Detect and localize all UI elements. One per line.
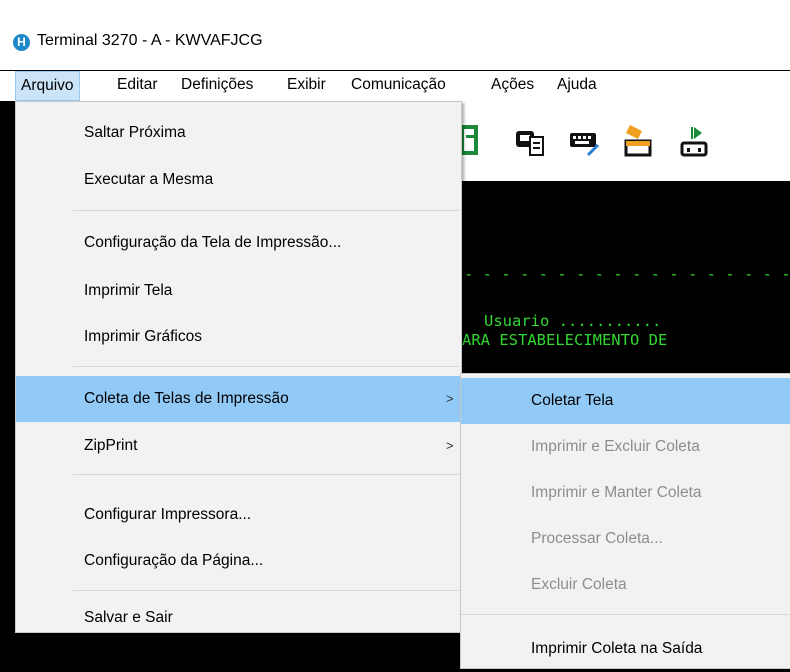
- menu-ajuda[interactable]: Ajuda: [552, 71, 602, 99]
- menu-item-label: Configurar Impressora...: [84, 506, 252, 523]
- menu-item-label: Coleta de Telas de Impressão: [84, 390, 289, 407]
- menu-item-label: Executar a Mesma: [84, 171, 214, 188]
- submenu-item-coletar-tela[interactable]: Coletar Tela: [461, 378, 790, 424]
- arquivo-menu: Saltar Próxima Executar a Mesma Configur…: [15, 101, 462, 633]
- submenu-item-processar-coleta[interactable]: Processar Coleta...: [461, 516, 790, 562]
- terminal-screen[interactable]: - - - - - - - - - - - - - - - - - - - - …: [462, 181, 790, 371]
- menu-separator: [73, 210, 459, 211]
- window-title: Terminal 3270 - A - KWVAFJCG: [37, 32, 263, 49]
- menu-item-label: Imprimir e Excluir Coleta: [531, 438, 700, 455]
- terminal-line-usuario: Usuario ...........: [484, 312, 662, 330]
- menu-item-saltar-proxima[interactable]: Saltar Próxima: [16, 110, 461, 156]
- menu-item-zipprint[interactable]: ZipPrint >: [16, 423, 461, 469]
- menu-item-label: Configuração da Página...: [84, 552, 264, 569]
- menu-item-configurar-impressora[interactable]: Configurar Impressora...: [16, 492, 461, 538]
- terminal-line-estabelecimento: ARA ESTABELECIMENTO DE: [462, 331, 668, 349]
- menu-bar: Arquivo Editar Definições Exibir Comunic…: [0, 71, 790, 101]
- menu-item-label: Processar Coleta...: [531, 530, 663, 547]
- menu-arquivo[interactable]: Arquivo: [15, 71, 80, 101]
- app-icon: H: [13, 34, 30, 51]
- submenu-arrow-icon: >: [446, 391, 454, 406]
- menu-separator: [73, 590, 459, 591]
- menu-item-label: Salvar e Sair: [84, 609, 173, 626]
- menu-item-label: Imprimir e Manter Coleta: [531, 484, 702, 501]
- menu-item-label: Imprimir Tela: [84, 282, 173, 299]
- menu-separator: [73, 474, 459, 475]
- menu-item-coleta-telas-impressao[interactable]: Coleta de Telas de Impressão >: [16, 376, 461, 422]
- menu-editar[interactable]: Editar: [112, 71, 163, 99]
- menu-item-imprimir-graficos[interactable]: Imprimir Gráficos: [16, 314, 461, 360]
- spreadsheet-icon[interactable]: [460, 123, 492, 159]
- menu-item-salvar-e-sair[interactable]: Salvar e Sair: [16, 598, 461, 630]
- submenu-item-imprimir-coleta-saida[interactable]: Imprimir Coleta na Saída: [461, 626, 790, 672]
- menu-item-imprimir-tela[interactable]: Imprimir Tela: [16, 268, 461, 314]
- terminal-dashes: - - - - - - - - - - - - - - - - - - - -: [464, 265, 790, 283]
- keyboard-edit-icon[interactable]: [568, 123, 600, 159]
- menu-comunicacao[interactable]: Comunicação: [346, 71, 451, 99]
- menu-item-label: Configuração da Tela de Impressão...: [84, 234, 342, 251]
- menu-exibir[interactable]: Exibir: [282, 71, 331, 99]
- menu-separator: [461, 614, 789, 615]
- menu-item-label: Imprimir Gráficos: [84, 328, 202, 345]
- menu-separator: [73, 366, 459, 367]
- menu-item-label: Excluir Coleta: [531, 576, 627, 593]
- menu-definicoes[interactable]: Definições: [176, 71, 258, 99]
- play-terminal-icon[interactable]: [678, 123, 710, 159]
- toolbar: [460, 101, 790, 181]
- menu-item-executar-a-mesma[interactable]: Executar a Mesma: [16, 157, 461, 203]
- submenu-item-excluir-coleta[interactable]: Excluir Coleta: [461, 562, 790, 608]
- menu-item-label: Coletar Tela: [531, 392, 614, 409]
- coleta-submenu: Coletar Tela Imprimir e Excluir Coleta I…: [460, 373, 790, 669]
- menu-item-label: ZipPrint: [84, 437, 138, 454]
- submenu-arrow-icon: >: [446, 438, 454, 453]
- transfer-icon[interactable]: [622, 123, 654, 159]
- submenu-item-imprimir-excluir-coleta[interactable]: Imprimir e Excluir Coleta: [461, 424, 790, 470]
- copy-document-icon[interactable]: [514, 123, 546, 159]
- title-bar: H Terminal 3270 - A - KWVAFJCG: [0, 0, 790, 70]
- menu-acoes[interactable]: Ações: [486, 71, 539, 99]
- menu-item-label: Saltar Próxima: [84, 124, 186, 141]
- menu-item-label: Imprimir Coleta na Saída: [531, 640, 703, 657]
- menu-item-configuracao-pagina[interactable]: Configuração da Página...: [16, 538, 461, 584]
- submenu-item-imprimir-manter-coleta[interactable]: Imprimir e Manter Coleta: [461, 470, 790, 516]
- menu-item-configuracao-tela-impressao[interactable]: Configuração da Tela de Impressão...: [16, 220, 461, 266]
